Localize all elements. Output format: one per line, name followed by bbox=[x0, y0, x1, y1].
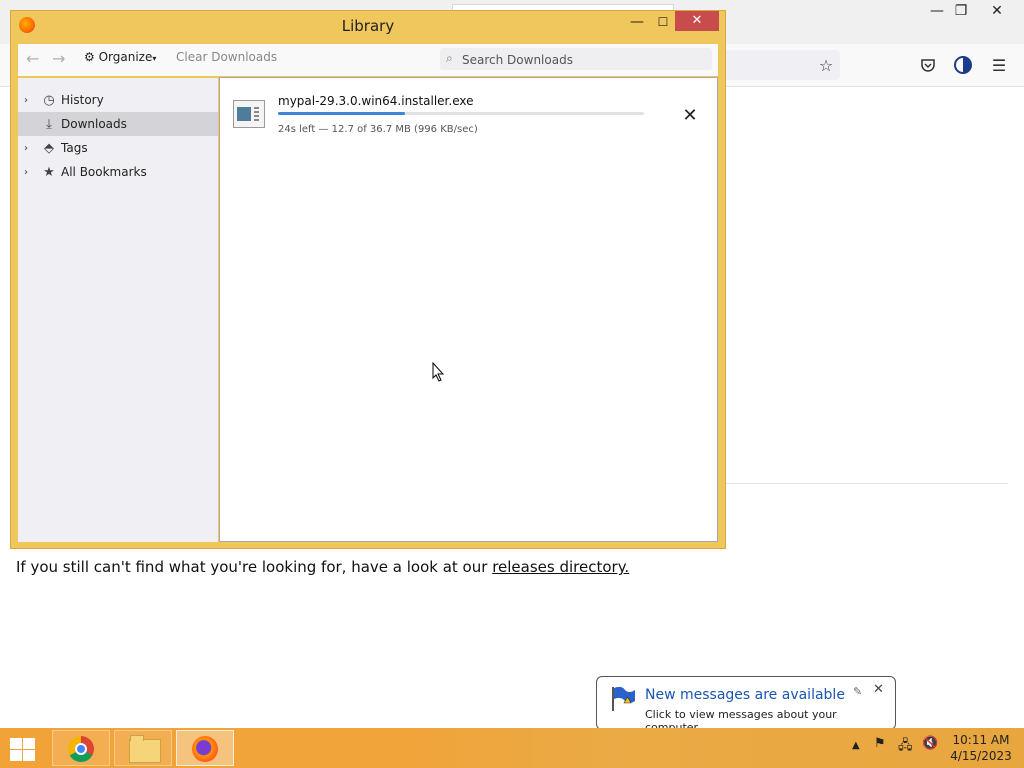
expand-chevron-icon[interactable]: › bbox=[24, 95, 36, 106]
file-icon bbox=[233, 100, 265, 128]
library-titlebar: Library — ☐ ✕ bbox=[11, 11, 725, 41]
action-center-flag-icon bbox=[612, 686, 635, 711]
notification-close-button[interactable]: ✕ bbox=[873, 682, 884, 697]
clock-date: 4/15/2023 bbox=[950, 749, 1012, 763]
browser-restore-button[interactable]: ❐ bbox=[946, 0, 976, 22]
sidebar-item-label: All Bookmarks bbox=[61, 165, 147, 179]
windows-logo-icon bbox=[10, 738, 22, 749]
divider bbox=[726, 483, 1008, 484]
library-toolbar: ← → ⚙ Organize▾ Clear Downloads ⌕ bbox=[18, 44, 718, 76]
cancel-download-button[interactable]: ✕ bbox=[680, 106, 700, 126]
windows-logo-pane bbox=[10, 750, 22, 761]
expand-chevron-icon[interactable]: › bbox=[24, 143, 36, 154]
organize-button[interactable]: ⚙ Organize▾ bbox=[84, 50, 156, 64]
windows-logo-pane bbox=[23, 738, 35, 749]
sidebar-item-label: Downloads bbox=[61, 117, 127, 131]
taskbar-chrome[interactable] bbox=[52, 730, 110, 766]
action-center-flag-icon[interactable]: ⚑ bbox=[874, 736, 886, 751]
window-title: Library bbox=[341, 17, 395, 35]
pin-icon[interactable]: ✎ bbox=[853, 685, 862, 698]
close-button[interactable]: ✕ bbox=[675, 11, 719, 31]
taskbar-file-explorer[interactable] bbox=[114, 730, 172, 766]
pocket-icon[interactable] bbox=[917, 54, 939, 76]
notification-balloon[interactable]: New messages are available Click to view… bbox=[596, 676, 896, 743]
clock-time: 10:11 AM bbox=[952, 733, 1010, 747]
organize-label: Organize bbox=[98, 50, 153, 64]
library-window: Library — ☐ ✕ ← → ⚙ Organize▾ Clear Down… bbox=[10, 10, 726, 549]
volume-muted-icon[interactable]: 🔇 bbox=[922, 736, 938, 751]
taskbar: ▲ ⚑ 🖧 🔇 10:11 AM 4/15/2023 bbox=[0, 728, 1024, 768]
star-icon: ★ bbox=[43, 164, 55, 180]
sidebar-item-all-bookmarks[interactable]: › ★ All Bookmarks bbox=[18, 160, 218, 184]
download-progress-fill bbox=[278, 112, 405, 115]
download-icon: ⤓ bbox=[46, 116, 52, 132]
sidebar-item-label: Tags bbox=[61, 141, 88, 155]
taskbar-firefox[interactable] bbox=[176, 730, 234, 766]
tag-icon: ⬘ bbox=[44, 140, 54, 156]
releases-directory-link[interactable]: releases directory. bbox=[492, 558, 629, 576]
gear-icon: ⚙ bbox=[84, 50, 95, 64]
maximize-button[interactable]: ☐ bbox=[653, 13, 673, 31]
clear-downloads-button[interactable]: Clear Downloads bbox=[176, 50, 277, 64]
star-icon[interactable]: ☆ bbox=[815, 54, 837, 76]
download-status: 24s left — 12.7 of 36.7 MB (996 KB/sec) bbox=[278, 124, 478, 135]
system-clock[interactable]: 10:11 AM 4/15/2023 bbox=[950, 732, 1012, 764]
browser-close-button[interactable]: ✕ bbox=[982, 0, 1012, 22]
sidebar-item-history[interactable]: › ◷ History bbox=[18, 88, 218, 112]
back-arrow-icon[interactable]: ← bbox=[26, 49, 39, 68]
download-progress-bar bbox=[278, 112, 644, 115]
chrome-icon bbox=[68, 736, 94, 762]
windows-logo-pane bbox=[23, 750, 35, 761]
sidebar-item-tags[interactable]: › ⬘ Tags bbox=[18, 136, 218, 160]
download-filename: mypal-29.3.0.win64.installer.exe bbox=[278, 94, 474, 108]
file-explorer-icon bbox=[129, 735, 161, 763]
sidebar-item-label: History bbox=[61, 93, 104, 107]
forward-arrow-icon[interactable]: → bbox=[52, 49, 65, 68]
search-input[interactable] bbox=[460, 50, 704, 69]
search-icon: ⌕ bbox=[446, 51, 453, 65]
expand-chevron-icon[interactable]: › bbox=[24, 167, 36, 178]
page-text-body: If you still can't find what you're look… bbox=[16, 558, 488, 576]
minimize-button[interactable]: — bbox=[627, 13, 647, 31]
show-hidden-icons-chevron-icon[interactable]: ▲ bbox=[852, 740, 860, 751]
menu-icon[interactable]: ☰ bbox=[988, 54, 1010, 76]
library-sidebar: › ◷ History ⤓ Downloads › ⬘ Tags › ★ All… bbox=[18, 78, 218, 542]
page-text: If you still can't find what you're look… bbox=[16, 558, 629, 576]
chevron-down-icon: ▾ bbox=[152, 54, 157, 63]
notification-title: New messages are available bbox=[645, 687, 845, 703]
network-icon[interactable]: 🖧 bbox=[898, 736, 913, 758]
clock-icon: ◷ bbox=[43, 92, 55, 108]
downloads-list: mypal-29.3.0.win64.installer.exe 24s lef… bbox=[219, 77, 718, 542]
start-button[interactable] bbox=[8, 736, 36, 762]
firefox-icon bbox=[192, 736, 218, 762]
account-icon[interactable] bbox=[952, 54, 974, 76]
sidebar-item-downloads[interactable]: ⤓ Downloads bbox=[18, 112, 218, 136]
search-downloads-field[interactable]: ⌕ bbox=[440, 48, 712, 70]
